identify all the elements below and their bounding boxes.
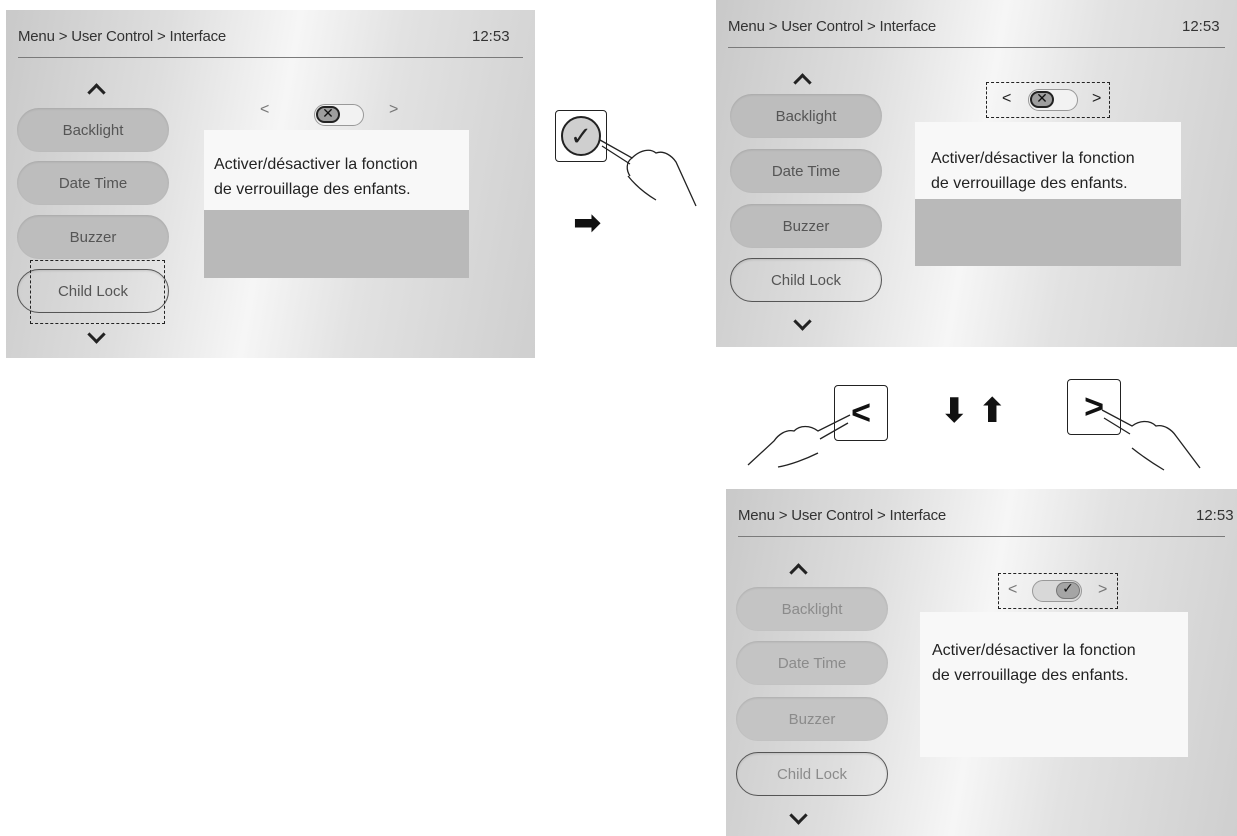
- menu-item-label: Buzzer: [69, 228, 117, 246]
- chevron-down-icon[interactable]: [87, 325, 106, 344]
- menu-item-date-time[interactable]: Date Time: [17, 161, 169, 205]
- menu-item-label: Backlight: [62, 121, 124, 139]
- description-line-2: de verrouillage des enfants.: [214, 181, 411, 198]
- description-line-2: de verrouillage des enfants.: [931, 175, 1128, 192]
- next-arrow[interactable]: >: [1092, 90, 1101, 108]
- description-line-1: Activer/désactiver la fonction: [932, 642, 1136, 659]
- menu-item-child-lock[interactable]: Child Lock: [736, 752, 888, 796]
- child-lock-toggle[interactable]: ✓: [1032, 580, 1082, 602]
- menu-item-buzzer[interactable]: Buzzer: [17, 215, 169, 259]
- menu-item-label: Child Lock: [770, 271, 842, 289]
- close-icon: ✕: [1030, 90, 1054, 108]
- screen-step-3: Menu > User Control > Interface 12:53 Ba…: [726, 489, 1237, 836]
- chevron-up-icon[interactable]: [789, 563, 808, 582]
- menu-item-label: Date Time: [777, 654, 847, 672]
- screen-step-1: Menu > User Control > Interface 12:53 Ba…: [6, 10, 535, 358]
- description-text: Activer/désactiver la fonction de verrou…: [920, 612, 1188, 757]
- header-divider: [738, 536, 1225, 537]
- description-line-1: Activer/désactiver la fonction: [214, 156, 418, 173]
- chevron-down-icon[interactable]: [789, 806, 808, 825]
- clock: 12:53: [1196, 507, 1234, 524]
- menu-item-label: Date Time: [58, 174, 128, 192]
- hand-pointer-icon: [599, 139, 697, 207]
- description-text: Activer/désactiver la fonction de verrou…: [204, 130, 469, 210]
- arrow-right-icon: ➡: [573, 204, 602, 242]
- next-arrow[interactable]: >: [1098, 581, 1107, 599]
- hand-pointer-icon: [1101, 409, 1201, 471]
- next-arrow[interactable]: >: [389, 101, 398, 119]
- chevron-down-icon[interactable]: [793, 312, 812, 331]
- breadcrumb: Menu > User Control > Interface: [738, 507, 947, 524]
- menu-item-label: Backlight: [775, 107, 837, 125]
- prev-arrow[interactable]: <: [260, 101, 269, 119]
- check-icon: ✓: [1056, 580, 1080, 599]
- clock: 12:53: [472, 28, 510, 45]
- menu-item-label: Buzzer: [782, 217, 830, 235]
- menu-item-backlight[interactable]: Backlight: [736, 587, 888, 631]
- arrow-up-icon: ⬆: [978, 392, 1007, 430]
- breadcrumb: Menu > User Control > Interface: [18, 28, 227, 45]
- description-text: Activer/désactiver la fonction de verrou…: [915, 122, 1181, 199]
- menu-item-label: Child Lock: [776, 765, 848, 783]
- child-lock-toggle[interactable]: ✕: [1028, 89, 1078, 111]
- prev-arrow[interactable]: <: [1002, 90, 1011, 108]
- close-icon: ✕: [316, 105, 340, 123]
- highlight-frame: [30, 260, 165, 324]
- clock: 12:53: [1182, 18, 1220, 35]
- hand-pointer-icon: [747, 414, 851, 468]
- chevron-up-icon[interactable]: [793, 73, 812, 92]
- menu-item-label: Date Time: [771, 162, 841, 180]
- chevron-up-icon[interactable]: [87, 83, 106, 102]
- arrow-down-icon: ⬇: [940, 392, 969, 430]
- description-line-1: Activer/désactiver la fonction: [931, 150, 1135, 167]
- menu-item-label: Buzzer: [788, 710, 836, 728]
- header-divider: [728, 47, 1225, 48]
- menu-item-date-time[interactable]: Date Time: [730, 149, 882, 193]
- menu-item-backlight[interactable]: Backlight: [730, 94, 882, 138]
- menu-item-label: Backlight: [781, 600, 843, 618]
- menu-item-buzzer[interactable]: Buzzer: [730, 204, 882, 248]
- description-line-2: de verrouillage des enfants.: [932, 667, 1129, 684]
- child-lock-toggle[interactable]: ✕: [314, 104, 364, 126]
- menu-item-backlight[interactable]: Backlight: [17, 108, 169, 152]
- screen-step-2: Menu > User Control > Interface 12:53 Ba…: [716, 0, 1237, 347]
- menu-item-date-time[interactable]: Date Time: [736, 641, 888, 685]
- header-divider: [18, 57, 523, 58]
- breadcrumb: Menu > User Control > Interface: [728, 18, 937, 35]
- menu-item-buzzer[interactable]: Buzzer: [736, 697, 888, 741]
- menu-item-child-lock[interactable]: Child Lock: [730, 258, 882, 302]
- prev-arrow[interactable]: <: [1008, 581, 1017, 599]
